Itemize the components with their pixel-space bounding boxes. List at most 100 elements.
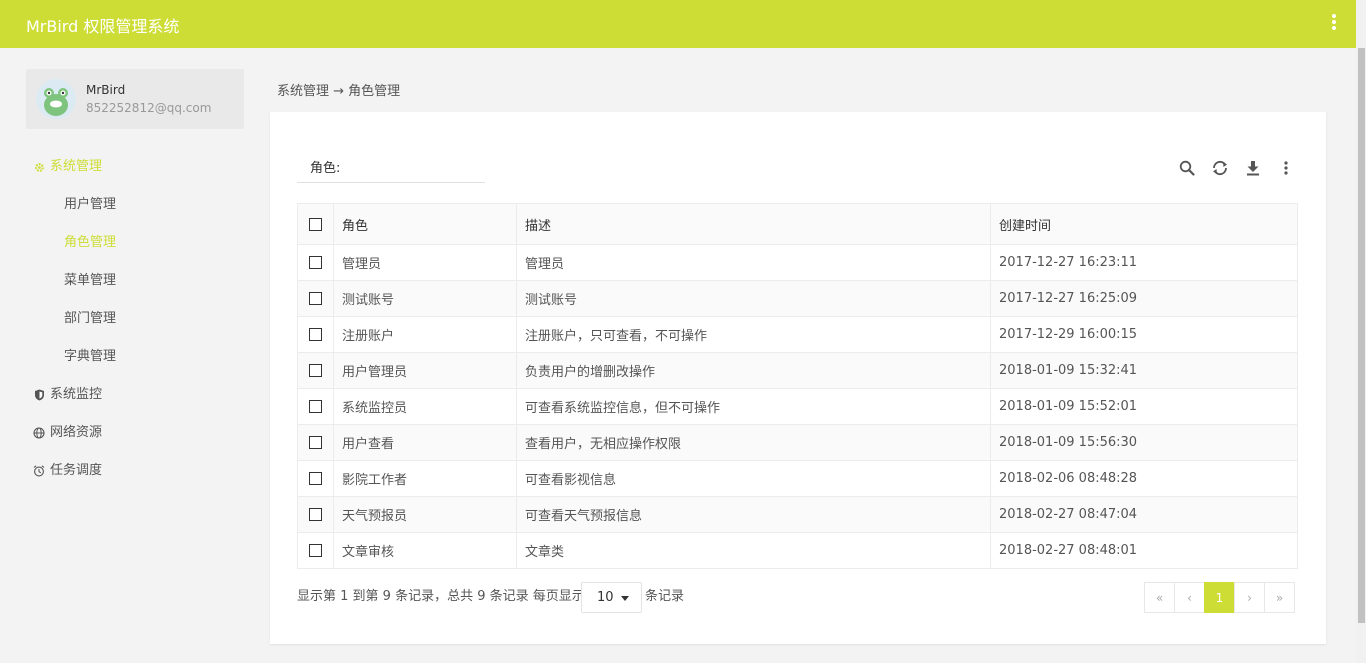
cell-role: 管理员	[333, 244, 517, 281]
sidebar-item-label: 系统监控	[50, 387, 103, 402]
pagination-info: 显示第 1 到第 9 条记录，总共 9 条记录 每页显示	[297, 589, 585, 604]
row-select-cell	[297, 280, 334, 317]
user-card: MrBird 852252812@qq.com	[26, 69, 244, 129]
cell-role: 文章审核	[333, 532, 517, 569]
alarm-clock-icon	[32, 452, 46, 490]
first-page-button[interactable]: «	[1144, 582, 1175, 613]
table-row[interactable]: 测试账号 测试账号 2017-12-27 16:25:09	[297, 280, 1298, 317]
row-checkbox[interactable]	[309, 544, 322, 557]
sidebar-item-roles[interactable]: 角色管理	[26, 224, 244, 262]
scrollbar-thumb[interactable]	[1358, 48, 1365, 623]
page-size-select[interactable]: 10	[581, 582, 642, 613]
search-icon[interactable]	[1177, 158, 1197, 178]
cell-desc: 可查看影视信息	[516, 460, 991, 497]
download-icon[interactable]	[1243, 158, 1263, 178]
cell-role: 注册账户	[333, 316, 517, 353]
sidebar-item-monitor[interactable]: 系统监控	[26, 376, 244, 414]
cell-created: 2018-02-27 08:48:01	[990, 532, 1298, 569]
cell-created: 2018-02-27 08:47:04	[990, 496, 1298, 533]
row-select-cell	[297, 496, 334, 533]
row-checkbox[interactable]	[309, 400, 322, 413]
user-email: 852252812@qq.com	[86, 101, 212, 115]
column-header-created[interactable]: 创建时间	[990, 203, 1298, 245]
sidebar-item-menus[interactable]: 菜单管理	[26, 262, 244, 300]
cell-role: 测试账号	[333, 280, 517, 317]
last-page-button[interactable]: »	[1264, 582, 1295, 613]
cell-created: 2018-01-09 15:52:01	[990, 388, 1298, 425]
row-checkbox[interactable]	[309, 508, 322, 521]
table-row[interactable]: 注册账户 注册账户，只可查看，不可操作 2017-12-29 16:00:15	[297, 316, 1298, 353]
cell-created: 2017-12-27 16:23:11	[990, 244, 1298, 281]
pagination: « ‹ 1 › »	[1144, 582, 1295, 613]
refresh-icon[interactable]	[1210, 158, 1230, 178]
row-select-cell	[297, 352, 334, 389]
breadcrumb: 系统管理 → 角色管理	[277, 84, 401, 99]
prev-page-button[interactable]: ‹	[1174, 582, 1205, 613]
sidebar-item-system[interactable]: 系统管理	[26, 148, 244, 186]
table-row[interactable]: 用户管理员 负责用户的增删改操作 2018-01-09 15:32:41	[297, 352, 1298, 389]
row-checkbox[interactable]	[309, 328, 322, 341]
more-vert-icon[interactable]	[1276, 158, 1296, 178]
main-panel: 角色: 角色 描述 创建时间 管理员 管理员 2017-12-27 16:23:11…	[270, 112, 1326, 644]
row-checkbox[interactable]	[309, 292, 322, 305]
table-header-row: 角色 描述 创建时间	[297, 203, 1298, 245]
table-row[interactable]: 系统监控员 可查看系统监控信息，但不可操作 2018-01-09 15:52:01	[297, 388, 1298, 425]
cell-created: 2018-01-09 15:56:30	[990, 424, 1298, 461]
sidebar-item-users[interactable]: 用户管理	[26, 186, 244, 224]
sidebar-item-dictionary[interactable]: 字典管理	[26, 338, 244, 376]
column-header-desc[interactable]: 描述	[516, 203, 991, 245]
row-select-cell	[297, 460, 334, 497]
cell-created: 2018-02-06 08:48:28	[990, 460, 1298, 497]
next-page-button[interactable]: ›	[1234, 582, 1265, 613]
select-all-checkbox[interactable]	[309, 217, 322, 231]
row-select-cell	[297, 244, 334, 281]
row-select-cell	[297, 316, 334, 353]
table-row[interactable]: 管理员 管理员 2017-12-27 16:23:11	[297, 244, 1298, 281]
user-name: MrBird	[86, 83, 126, 97]
cell-desc: 可查看系统监控信息，但不可操作	[516, 388, 991, 425]
page-button-current[interactable]: 1	[1204, 582, 1235, 613]
row-select-cell	[297, 424, 334, 461]
role-filter-input[interactable]	[347, 152, 482, 176]
page-size-value: 10	[597, 590, 614, 605]
gear-icon	[32, 148, 46, 186]
sidebar-item-label: 任务调度	[50, 463, 103, 478]
cell-desc: 测试账号	[516, 280, 991, 317]
role-filter: 角色:	[297, 146, 485, 183]
sidebar-item-departments[interactable]: 部门管理	[26, 300, 244, 338]
roles-table: 角色 描述 创建时间 管理员 管理员 2017-12-27 16:23:11 测试账号…	[297, 203, 1298, 569]
avatar	[36, 79, 76, 119]
more-vert-icon[interactable]	[1330, 14, 1338, 34]
cell-desc: 可查看天气预报信息	[516, 496, 991, 533]
row-checkbox[interactable]	[309, 472, 322, 485]
row-select-cell	[297, 532, 334, 569]
cell-desc: 查看用户，无相应操作权限	[516, 424, 991, 461]
cell-role: 用户查看	[333, 424, 517, 461]
sidebar-nav: 系统管理 用户管理 角色管理 菜单管理 部门管理 字典管理 系统监控 网络资源 …	[26, 148, 244, 490]
caret-down-icon	[621, 596, 629, 601]
cell-role: 天气预报员	[333, 496, 517, 533]
row-checkbox[interactable]	[309, 436, 322, 449]
table-toolbar	[1177, 158, 1296, 178]
cell-created: 2017-12-29 16:00:15	[990, 316, 1298, 353]
table-row[interactable]: 用户查看 查看用户，无相应操作权限 2018-01-09 15:56:30	[297, 424, 1298, 461]
table-row[interactable]: 文章审核 文章类 2018-02-27 08:48:01	[297, 532, 1298, 569]
row-checkbox[interactable]	[309, 256, 322, 269]
sidebar-item-network[interactable]: 网络资源	[26, 414, 244, 452]
cell-created: 2018-01-09 15:32:41	[990, 352, 1298, 389]
cell-role: 用户管理员	[333, 352, 517, 389]
sidebar-item-label: 网络资源	[50, 425, 103, 440]
cell-desc: 注册账户，只可查看，不可操作	[516, 316, 991, 353]
table-row[interactable]: 天气预报员 可查看天气预报信息 2018-02-27 08:47:04	[297, 496, 1298, 533]
sidebar-item-schedule[interactable]: 任务调度	[26, 452, 244, 490]
row-select-cell	[297, 388, 334, 425]
cell-desc: 负责用户的增删改操作	[516, 352, 991, 389]
shield-icon	[32, 376, 46, 414]
table-row[interactable]: 影院工作者 可查看影视信息 2018-02-06 08:48:28	[297, 460, 1298, 497]
column-header-role[interactable]: 角色	[333, 203, 517, 245]
row-checkbox[interactable]	[309, 364, 322, 377]
cell-desc: 管理员	[516, 244, 991, 281]
pagination-tail: 条记录	[645, 589, 685, 604]
top-bar: MrBird 权限管理系统	[0, 0, 1356, 48]
select-all-cell	[297, 203, 334, 245]
